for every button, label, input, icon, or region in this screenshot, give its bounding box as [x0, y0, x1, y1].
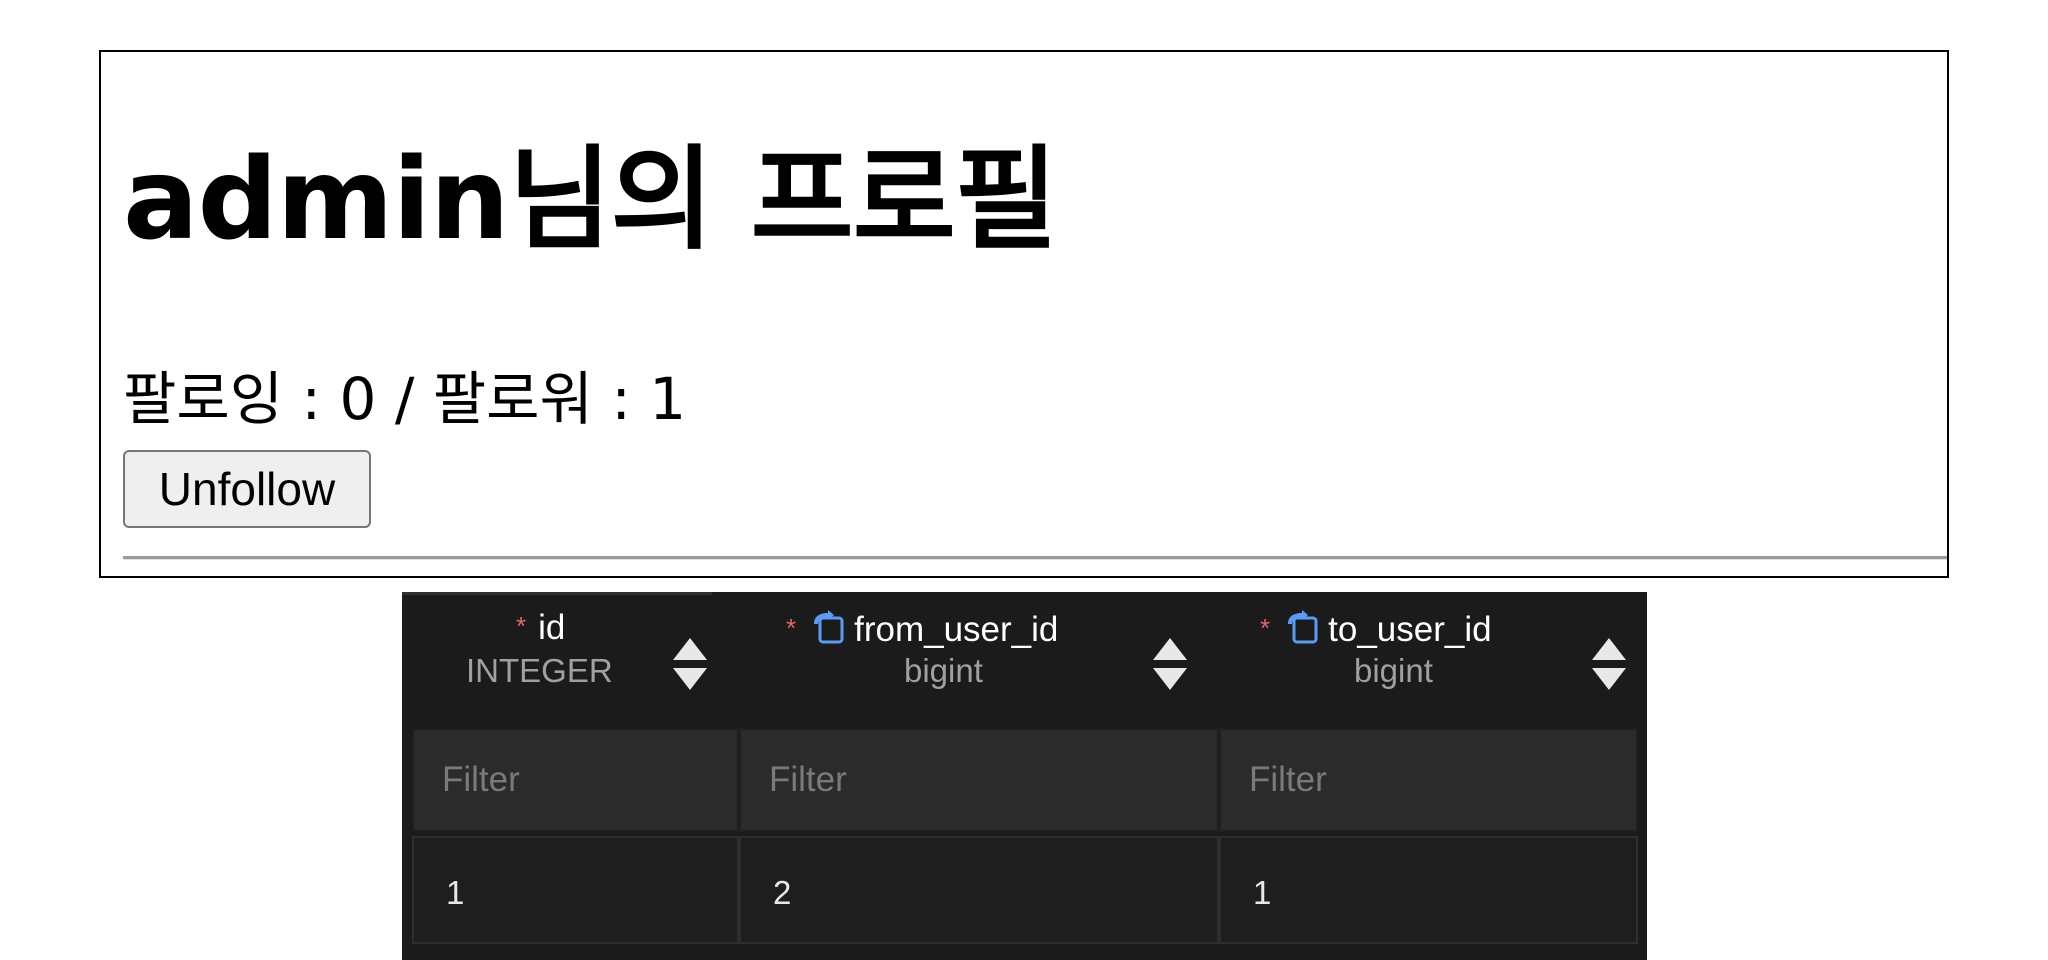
cell-value: 2	[773, 874, 792, 911]
filter-input-id[interactable]	[414, 730, 737, 830]
required-asterisk-icon: *	[1260, 613, 1271, 643]
profile-page-panel: admin님의 프로필 팔로잉 : 0 / 팔로워 : 1 Unfollow	[99, 50, 1949, 578]
column-name: from_user_id	[854, 610, 1059, 649]
foreign-key-icon	[814, 610, 844, 644]
page-title: admin님의 프로필	[123, 135, 1058, 265]
database-table-panel: * id INTEGER * from_user_id bigint * to_…	[402, 592, 1647, 960]
table-cell-id[interactable]: 1	[412, 836, 739, 944]
unfollow-button[interactable]: Unfollow	[123, 450, 371, 528]
follow-stats: 팔로잉 : 0 / 팔로워 : 1	[123, 365, 687, 433]
column-header-id[interactable]: * id INTEGER	[402, 592, 724, 726]
column-type: bigint	[904, 652, 983, 689]
column-header-to-user-id[interactable]: * to_user_id bigint	[1204, 592, 1647, 726]
filter-cell-id	[412, 728, 739, 832]
table-row[interactable]: 1 2 1	[412, 836, 1638, 944]
column-header-from-user-id[interactable]: * from_user_id bigint	[724, 592, 1204, 726]
sort-icon[interactable]	[1152, 636, 1188, 692]
table-header: * id INTEGER * from_user_id bigint * to_…	[402, 592, 1647, 726]
horizontal-rule	[123, 556, 1947, 560]
filter-input-from-user-id[interactable]	[741, 730, 1217, 830]
cell-value: 1	[446, 874, 465, 911]
column-type: bigint	[1354, 652, 1433, 689]
filter-input-to-user-id[interactable]	[1221, 730, 1636, 830]
column-name: id	[538, 608, 566, 647]
filter-cell-to-user-id	[1219, 728, 1638, 832]
sort-icon[interactable]	[672, 636, 708, 692]
required-asterisk-icon: *	[786, 613, 797, 643]
filter-row	[412, 728, 1638, 832]
filter-cell-from-user-id	[739, 728, 1219, 832]
column-name: to_user_id	[1328, 610, 1492, 649]
cell-value: 1	[1253, 874, 1272, 911]
required-asterisk-icon: *	[516, 611, 527, 641]
sort-icon[interactable]	[1591, 636, 1627, 692]
column-type: INTEGER	[466, 652, 613, 689]
foreign-key-icon	[1288, 610, 1318, 644]
table-cell-from-user-id[interactable]: 2	[739, 836, 1219, 944]
table-cell-to-user-id[interactable]: 1	[1219, 836, 1638, 944]
